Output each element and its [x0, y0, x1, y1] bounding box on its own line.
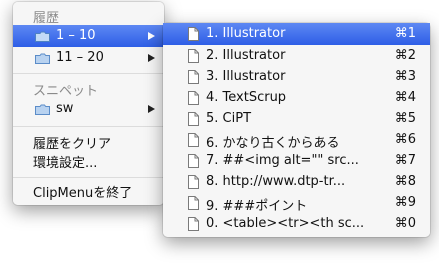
clip-item-shortcut: ⌘4	[394, 90, 416, 105]
history-range-label: 11 – 20	[56, 50, 104, 65]
quit-menu-item[interactable]: ClipMenuを終了	[33, 182, 132, 201]
document-icon	[188, 49, 199, 63]
clip-item-shortcut: ⌘8	[394, 174, 416, 189]
snippets-section-header: スニペット	[33, 84, 99, 99]
clip-item-label: 2. Illustrator	[206, 48, 286, 63]
document-icon	[188, 133, 199, 147]
folder-icon	[35, 104, 50, 115]
clip-item-label: 5. CiPT	[206, 111, 252, 126]
clip-item[interactable]: 4. TextScrup ⌘4	[163, 87, 430, 109]
clip-item-shortcut: ⌘3	[394, 69, 416, 84]
folder-icon	[35, 31, 50, 42]
menu-separator	[13, 177, 164, 178]
clip-item-label: 9. ###ポイント	[206, 199, 308, 214]
history-range-label: 1 – 10	[56, 28, 96, 43]
document-icon	[188, 27, 199, 41]
clip-item-label: 8. http://www.dtp-tr...	[206, 174, 346, 189]
clear-history-menu-item[interactable]: 履歴をクリア	[33, 133, 111, 152]
clip-item-shortcut: ⌘6	[394, 132, 416, 147]
clip-item[interactable]: 1. Illustrator ⌘1	[163, 23, 430, 45]
history-range-11-20[interactable]: 11 – 20	[13, 47, 164, 69]
clip-item-shortcut: ⌘7	[394, 153, 416, 168]
clip-item-label: 7. ##<img alt="" src...	[206, 153, 359, 168]
clip-item-shortcut: ⌘2	[394, 48, 416, 63]
document-icon	[188, 217, 199, 231]
folder-icon	[35, 53, 50, 64]
clip-item[interactable]: 3. Illustrator ⌘3	[163, 66, 430, 88]
clip-item-shortcut: ⌘9	[394, 195, 416, 210]
clip-item-shortcut: ⌘5	[394, 111, 416, 126]
document-icon	[188, 70, 199, 84]
submenu-arrow-icon	[148, 105, 155, 113]
menu-separator	[13, 73, 164, 74]
document-icon	[188, 112, 199, 126]
clipmenu-main-menu: 履歴 1 – 10 11 – 20 スニペット sw 履歴をクリア 環境設定..…	[13, 2, 164, 205]
clip-history-submenu: 1. Illustrator ⌘1 2. Illustrator ⌘2 3. I…	[163, 23, 430, 237]
clip-item-label: 4. TextScrup	[206, 90, 287, 105]
document-icon	[188, 175, 199, 189]
clip-item[interactable]: 2. Illustrator ⌘2	[163, 45, 430, 67]
clip-item-label: 3. Illustrator	[206, 69, 286, 84]
document-icon	[188, 91, 199, 105]
clip-item-shortcut: ⌘1	[394, 26, 416, 41]
menu-separator	[13, 126, 164, 127]
submenu-arrow-icon	[148, 32, 155, 40]
snippet-folder-label: sw	[56, 101, 74, 116]
clip-item[interactable]: 9. ###ポイント ⌘9	[163, 192, 430, 214]
document-icon	[188, 196, 199, 210]
clip-item-shortcut: ⌘0	[394, 216, 416, 231]
history-range-1-10[interactable]: 1 – 10	[13, 25, 164, 47]
submenu-arrow-icon	[148, 54, 155, 62]
document-icon	[188, 154, 199, 168]
history-section-header: 履歴	[33, 11, 60, 26]
clip-item-label: 1. Illustrator	[206, 26, 286, 41]
clip-item[interactable]: 5. CiPT ⌘5	[163, 108, 430, 130]
clip-item[interactable]: 7. ##<img alt="" src... ⌘7	[163, 150, 430, 172]
clip-item[interactable]: 8. http://www.dtp-tr... ⌘8	[163, 171, 430, 193]
clip-item[interactable]: 0. <table><tr><th sc... ⌘0	[163, 213, 430, 235]
clip-item-label: 0. <table><tr><th sc...	[206, 216, 365, 231]
snippet-folder-sw[interactable]: sw	[13, 98, 164, 120]
preferences-menu-item[interactable]: 環境設定...	[33, 152, 97, 171]
clip-item-label: 6. かなり古くからある	[206, 136, 340, 151]
clip-item[interactable]: 6. かなり古くからある ⌘6	[163, 129, 430, 151]
